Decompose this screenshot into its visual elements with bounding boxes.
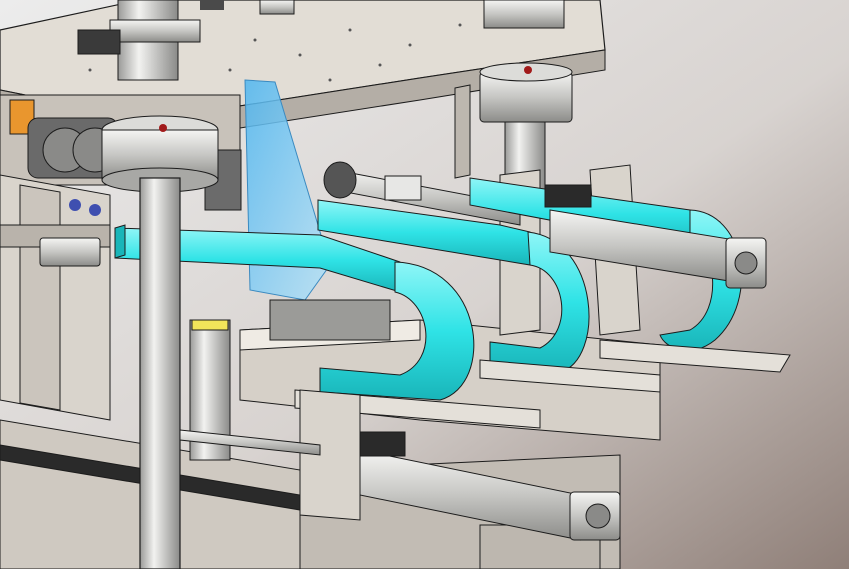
main-vertical-rod xyxy=(139,177,181,569)
center-bracket xyxy=(299,389,361,521)
cad-machine-scene xyxy=(0,0,849,569)
left-frame-panel xyxy=(0,174,111,421)
